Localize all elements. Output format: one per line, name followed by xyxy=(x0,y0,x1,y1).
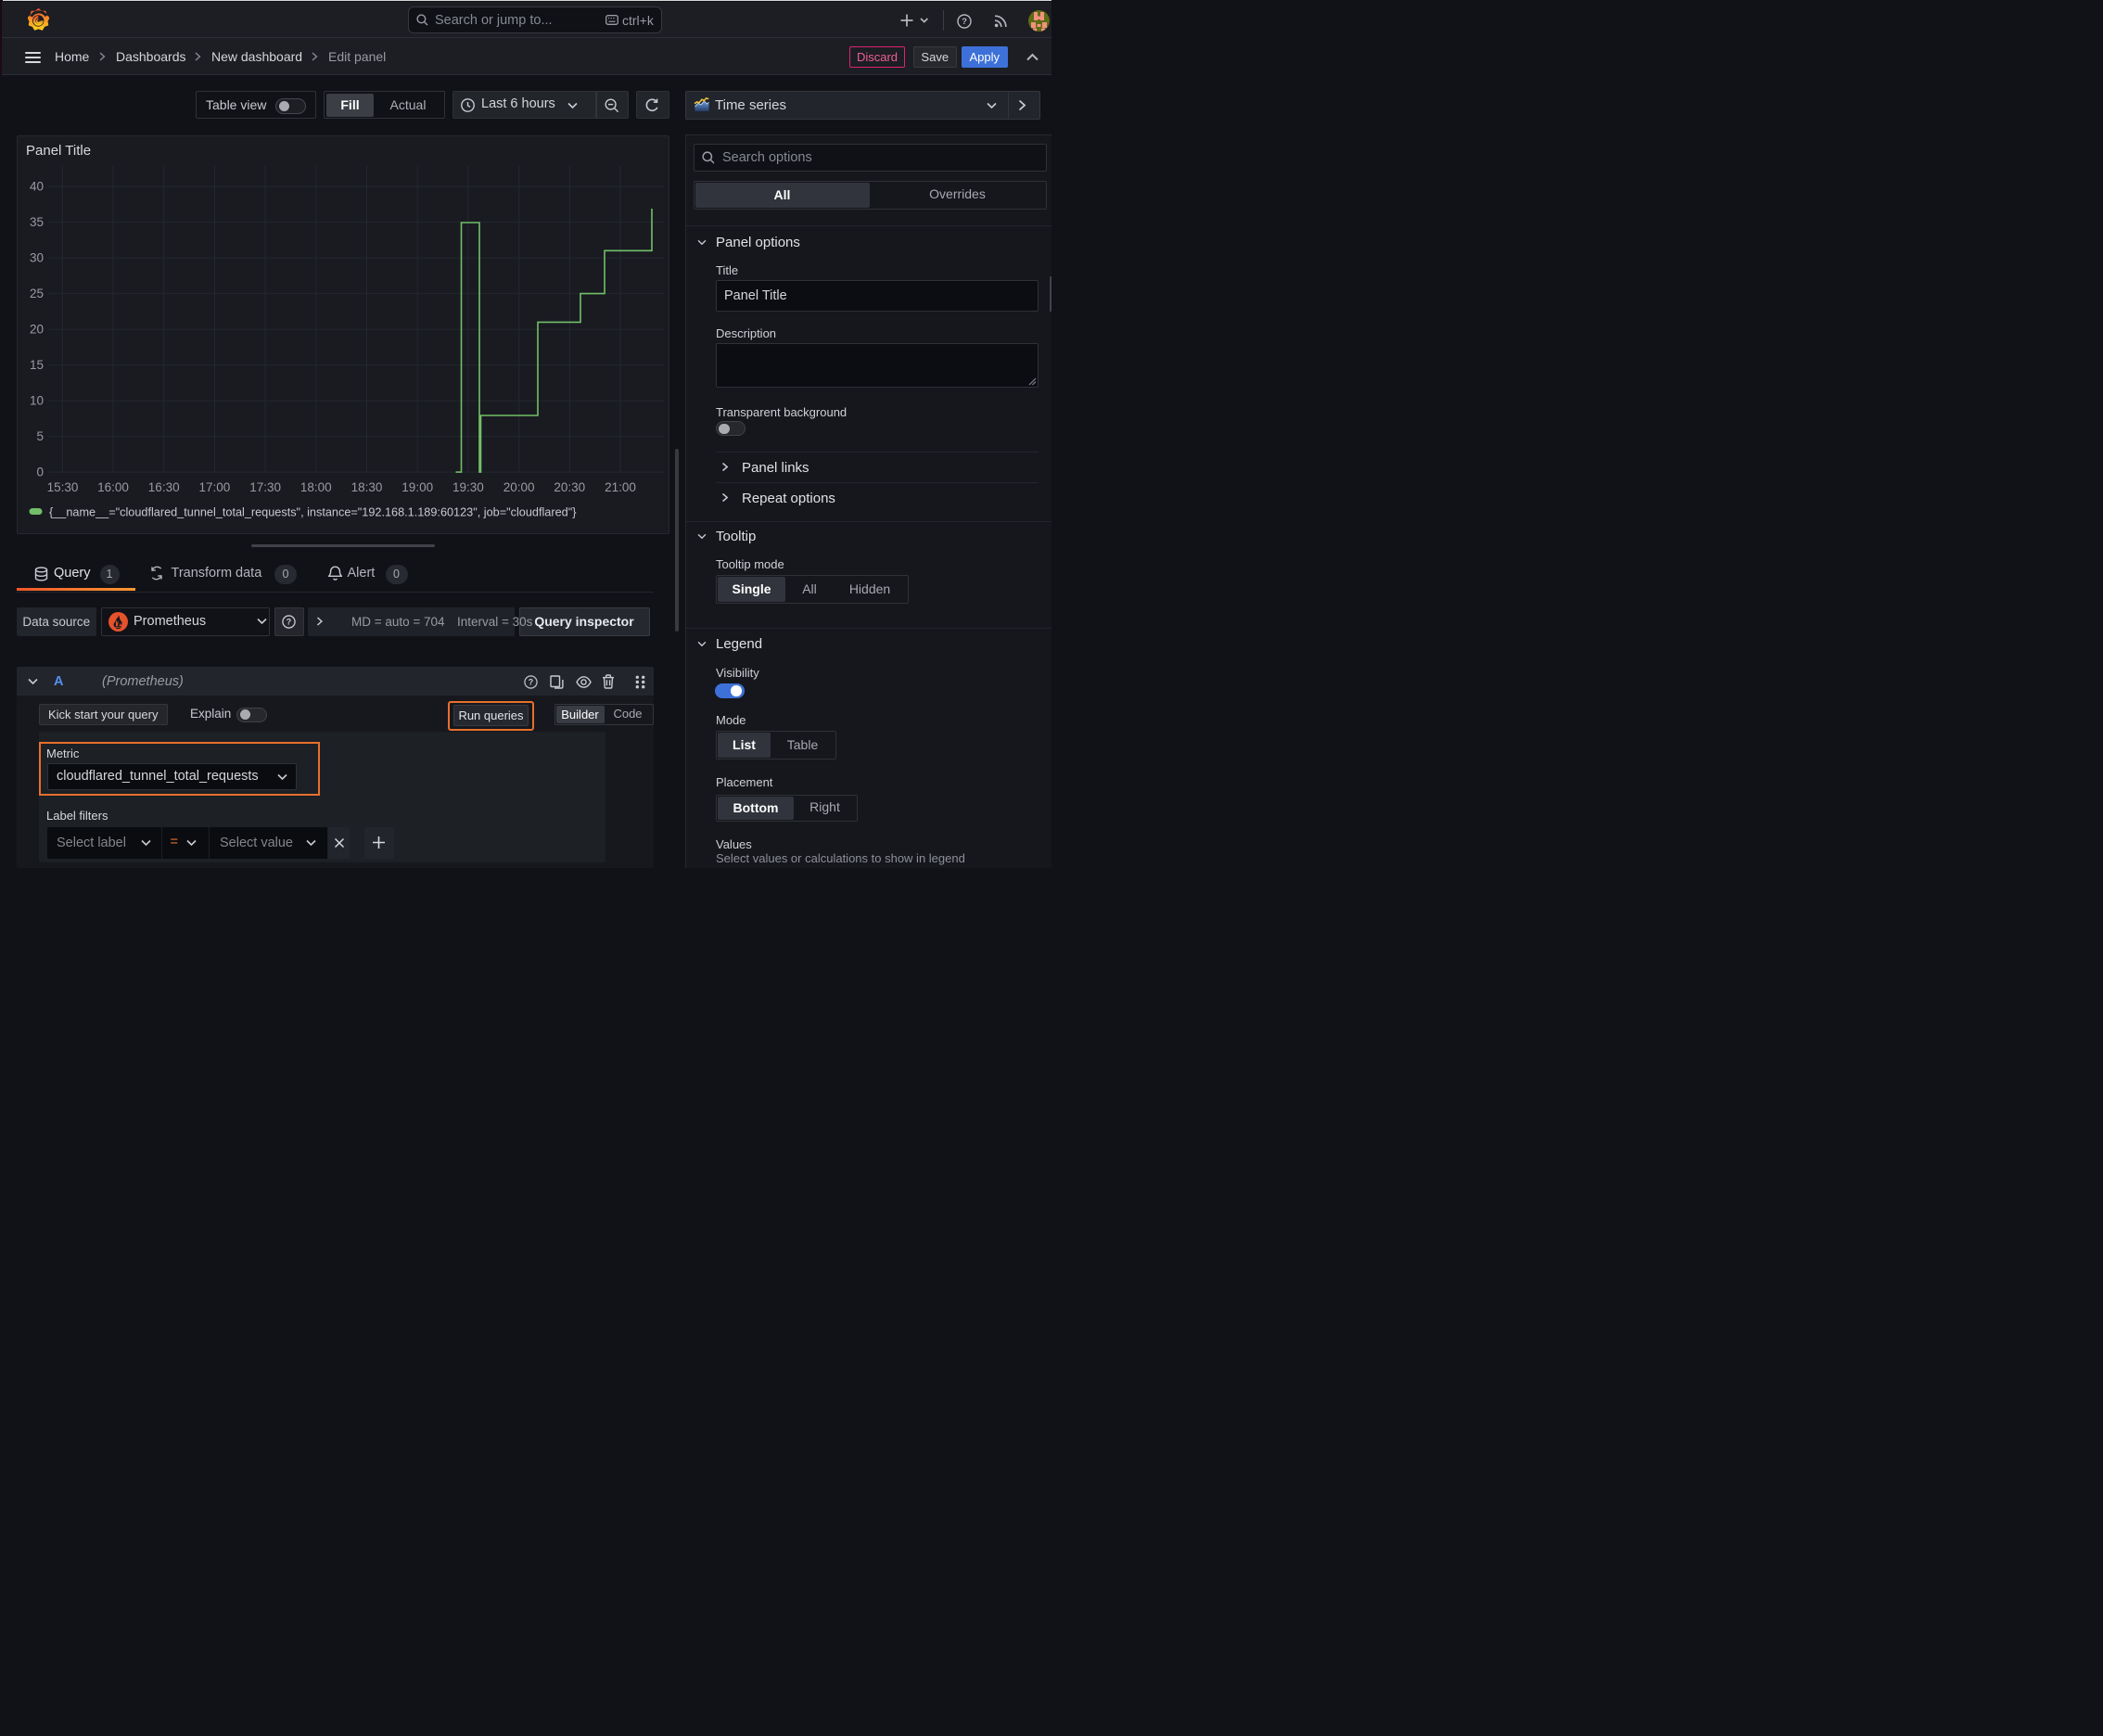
svg-text:18:30: 18:30 xyxy=(351,480,383,494)
svg-text:17:00: 17:00 xyxy=(199,480,231,494)
svg-text:10: 10 xyxy=(30,393,44,407)
svg-text:20: 20 xyxy=(30,322,44,336)
svg-text:19:00: 19:00 xyxy=(401,480,433,494)
svg-text:17:30: 17:30 xyxy=(249,480,281,494)
svg-text:20:00: 20:00 xyxy=(503,480,535,494)
svg-text:?: ? xyxy=(287,617,291,626)
svg-text:?: ? xyxy=(528,677,532,686)
svg-text:20:30: 20:30 xyxy=(554,480,585,494)
svg-text:15: 15 xyxy=(30,357,44,371)
svg-text:0: 0 xyxy=(36,465,44,479)
svg-text:?: ? xyxy=(962,17,967,27)
svg-text:15:30: 15:30 xyxy=(47,480,79,494)
svg-text:5: 5 xyxy=(36,428,44,442)
svg-text:35: 35 xyxy=(30,214,44,228)
svg-text:25: 25 xyxy=(30,286,44,300)
svg-text:16:30: 16:30 xyxy=(148,480,180,494)
svg-text:21:00: 21:00 xyxy=(605,480,636,494)
svg-text:40: 40 xyxy=(30,179,44,193)
svg-text:19:30: 19:30 xyxy=(452,480,484,494)
svg-text:{__name__="cloudflared_tunnel_: {__name__="cloudflared_tunnel_total_requ… xyxy=(49,505,577,518)
svg-text:16:00: 16:00 xyxy=(97,480,129,494)
svg-text:18:00: 18:00 xyxy=(300,480,332,494)
svg-text:30: 30 xyxy=(30,250,44,264)
